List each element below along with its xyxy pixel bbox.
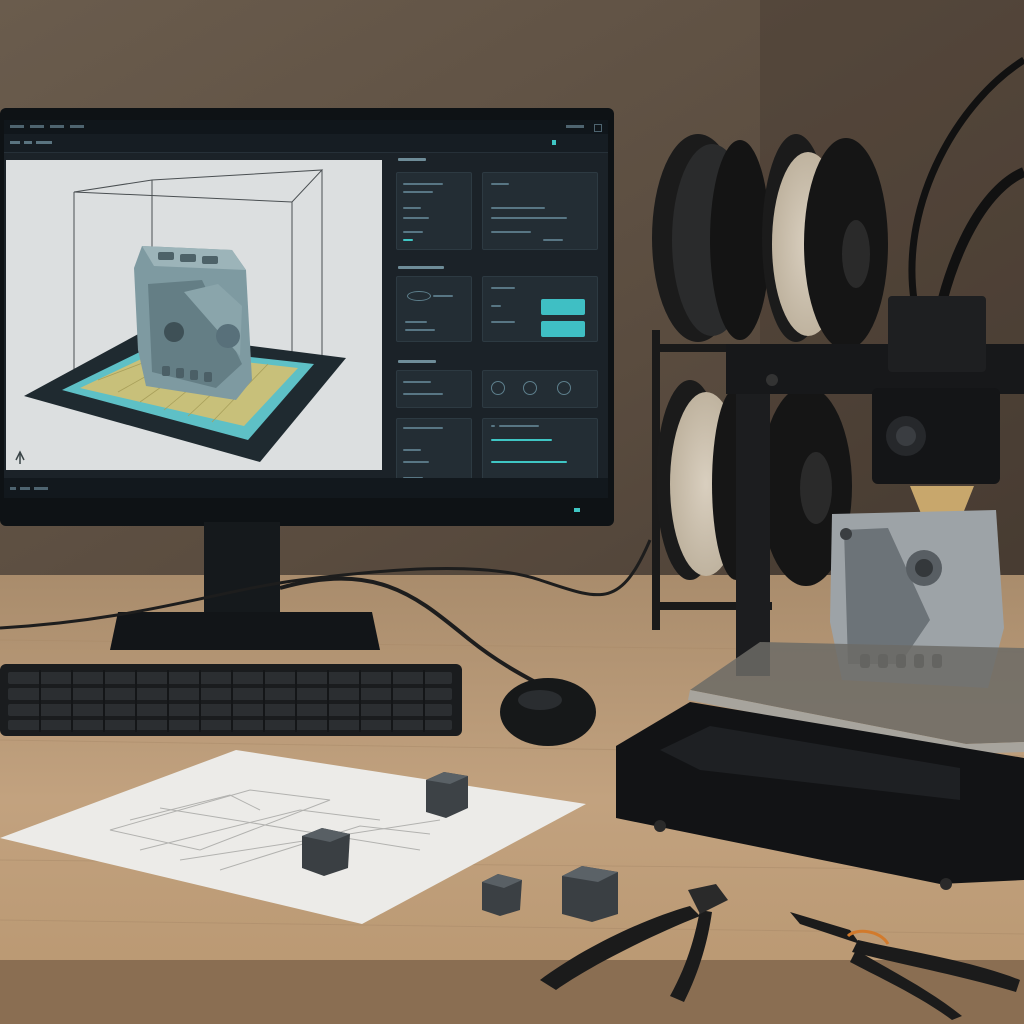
slicer-app-window [4, 120, 608, 498]
mouse-highlight [518, 690, 562, 710]
axis-gizmo-icon[interactable] [15, 450, 25, 464]
settings-card[interactable] [396, 172, 472, 250]
tool-card[interactable] [482, 370, 598, 408]
toolbar [4, 134, 608, 153]
filament-icon [407, 291, 431, 301]
menu-item[interactable] [70, 125, 84, 128]
tool-icon[interactable] [491, 381, 505, 395]
monitor-stand-base [110, 612, 380, 650]
tool-icon[interactable] [557, 381, 571, 395]
settings-card[interactable] [396, 276, 472, 342]
settings-card[interactable] [396, 370, 472, 408]
window-controls[interactable] [566, 125, 584, 128]
maximize-icon[interactable] [594, 124, 602, 132]
3d-model[interactable] [134, 246, 252, 400]
menu-bar [4, 120, 608, 134]
tool-icon[interactable] [523, 381, 537, 395]
progress-bar [491, 439, 552, 441]
section-label [398, 360, 436, 363]
toolbar-button[interactable] [36, 141, 52, 144]
menu-item[interactable] [10, 125, 24, 128]
section-label [398, 266, 444, 269]
viewport-canvas[interactable] [6, 160, 382, 470]
keyboard-icon [0, 664, 462, 736]
printed-cube-icon [482, 874, 522, 916]
filament-spool-icon [652, 134, 770, 342]
action-button[interactable] [541, 299, 585, 315]
toolbar-button[interactable] [24, 141, 32, 144]
printed-cube-icon [562, 866, 618, 922]
status-bar [4, 478, 608, 498]
printed-cube-icon [302, 828, 350, 876]
progress-bar [491, 461, 567, 463]
toolbar-button[interactable] [10, 141, 20, 144]
mouse-icon [500, 678, 596, 746]
section-label [398, 158, 426, 161]
monitor-stand-neck [204, 522, 280, 614]
3d-viewport[interactable] [6, 160, 382, 470]
settings-card[interactable] [482, 172, 598, 250]
monitor-power-led [574, 508, 580, 512]
settings-card[interactable] [482, 276, 598, 342]
status-indicator [552, 140, 556, 145]
menu-item[interactable] [30, 125, 44, 128]
filament-spool-icon [762, 134, 888, 350]
settings-panel [390, 152, 604, 496]
action-button[interactable] [541, 321, 585, 337]
menu-item[interactable] [50, 125, 64, 128]
